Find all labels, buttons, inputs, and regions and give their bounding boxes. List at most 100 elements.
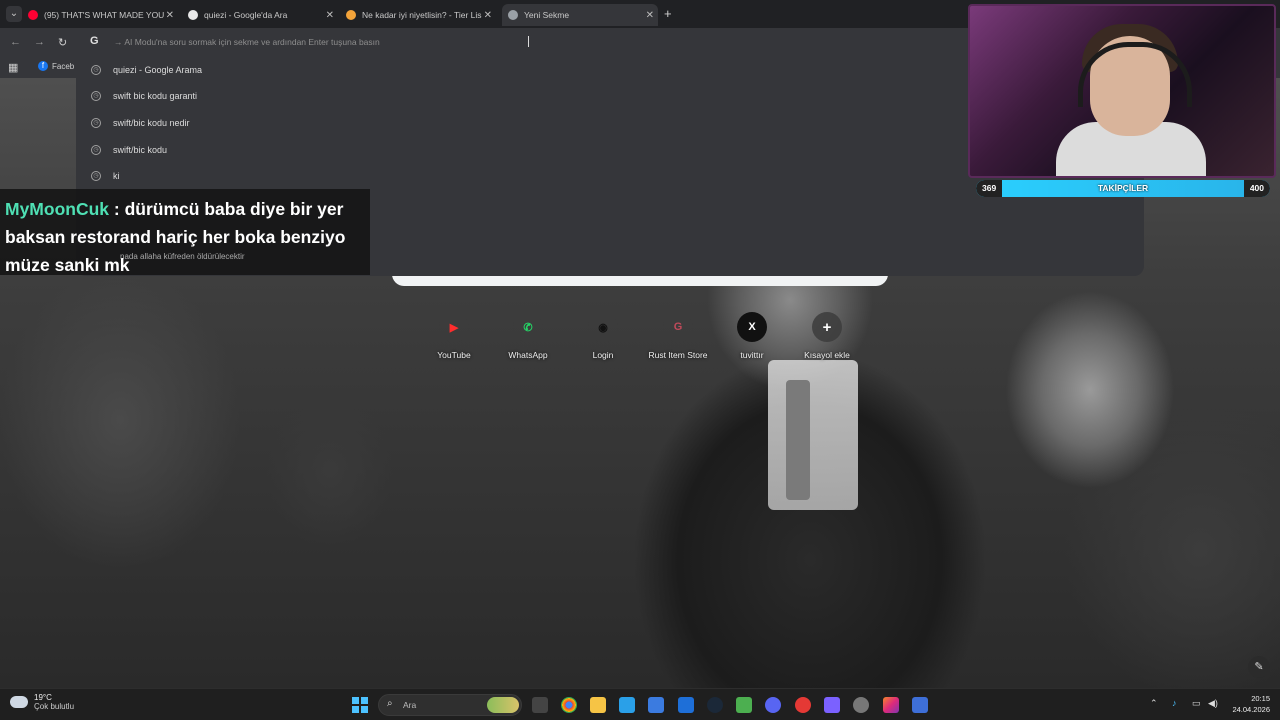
chrome-icon [508, 10, 518, 20]
follower-goal-label: TAKİPÇİLER [1097, 183, 1149, 193]
shortcut-twitter[interactable]: X tuvittır [712, 312, 792, 360]
cloudy-weather-icon [10, 696, 28, 708]
tab-new-tab[interactable]: Yeni Sekme ✕ [502, 4, 658, 26]
desktop-app-icon[interactable] [619, 697, 635, 713]
store-icon[interactable] [648, 697, 664, 713]
youtube-icon [28, 10, 38, 20]
shortcut-login[interactable]: ◉ Login [563, 312, 643, 360]
history-icon: ◷ [91, 145, 101, 155]
reload-icon[interactable]: ↻ [58, 36, 67, 49]
shortcut-label: YouTube [437, 350, 471, 360]
youtube-icon: ▶ [439, 312, 469, 342]
wallpaper-tie [786, 380, 810, 500]
volume-icon[interactable]: ◀) [1208, 698, 1218, 709]
system-clock[interactable]: 20:15 24.04.2026 [1226, 693, 1270, 715]
history-icon: ◷ [91, 65, 101, 75]
clock-time: 20:15 [1251, 694, 1270, 703]
chat-message: MyMoonCuk : dürümcü baba diye bir yer ba… [5, 195, 365, 279]
text-cursor [528, 36, 529, 47]
x-logo-icon: X [737, 312, 767, 342]
follower-goal: 400 [1243, 180, 1270, 197]
microphone-icon[interactable]: ♪ [1172, 698, 1177, 708]
follower-goal-bar: TAKİPÇİLER 369 400 [976, 180, 1270, 197]
mail-icon[interactable] [678, 697, 694, 713]
tab-title: Ne kadar iyi niyetlisin? - Tier Lis [362, 10, 482, 20]
tab-google-search[interactable]: quiezi - Google'da Ara ✕ [188, 4, 338, 26]
wallpaper-figure [768, 360, 858, 510]
shortcut-add[interactable]: + Kısayol ekle [787, 312, 867, 360]
google-icon [188, 10, 198, 20]
taskbar-search[interactable]: ⌕ Ara [378, 694, 522, 716]
stream-chat-overlay: MyMoonCuk : dürümcü baba diye bir yer ba… [0, 189, 370, 275]
shortcut-label: Rust Item Store [648, 350, 708, 360]
close-tab-icon[interactable]: ✕ [326, 10, 334, 21]
tab-title: Yeni Sekme [524, 10, 570, 20]
tab-youtube[interactable]: (95) THAT'S WHAT MADE YOU T ✕ [28, 4, 178, 26]
close-tab-icon[interactable]: ✕ [166, 10, 174, 21]
minecraft-icon[interactable] [736, 697, 752, 713]
temperature: 19°C [34, 693, 52, 702]
instagram-icon[interactable] [883, 697, 899, 713]
shortcut-label: Kısayol ekle [804, 350, 850, 360]
forward-icon[interactable]: → [34, 36, 45, 48]
plus-icon: + [812, 312, 842, 342]
follower-current: 369 [976, 180, 1003, 197]
suggestion-text: swift bic kodu garanti [113, 91, 198, 101]
search-icon: ⌕ [387, 698, 393, 709]
facebook-icon: f [38, 61, 48, 71]
tab-search-button[interactable]: ⌄ [6, 6, 22, 22]
weather-widget[interactable]: 19°C Çok bulutlu [10, 693, 74, 711]
login-icon: ◉ [588, 312, 618, 342]
back-icon[interactable]: ← [10, 36, 21, 48]
teams-icon[interactable] [824, 697, 840, 713]
shortcut-rust-item-store[interactable]: G Rust Item Store [638, 312, 718, 360]
discord-icon[interactable] [765, 697, 781, 713]
tab-title: quiezi - Google'da Ara [204, 10, 288, 20]
tray-overflow-icon[interactable]: ⌃ [1150, 698, 1158, 709]
task-view-icon[interactable] [532, 697, 548, 713]
webcam-overlay [968, 4, 1276, 178]
windows-start-icon[interactable] [352, 697, 368, 713]
whatsapp-icon: ✆ [513, 312, 543, 342]
apps-grid-icon[interactable]: ▦ [8, 61, 18, 74]
omnibox-placeholder: → AI Modu'na soru sormak için sekme ve a… [114, 37, 380, 47]
chrome-icon[interactable] [561, 697, 577, 713]
new-tab-button[interactable]: + [664, 6, 672, 21]
google-icon: G [90, 35, 99, 47]
shortcut-label: tuvittır [740, 350, 764, 360]
media-player-icon[interactable] [795, 697, 811, 713]
clock-date: 24.04.2026 [1232, 705, 1270, 714]
tierlist-icon [346, 10, 356, 20]
file-explorer-icon[interactable] [590, 697, 606, 713]
suggestion-text: swift/bic kodu nedir [113, 118, 190, 128]
customize-pencil-icon[interactable]: ✎ [1248, 656, 1270, 678]
obs-icon[interactable] [853, 697, 869, 713]
shortcut-label: WhatsApp [508, 350, 548, 360]
shortcut-whatsapp[interactable]: ✆ WhatsApp [488, 312, 568, 360]
shortcut-label: Login [592, 350, 614, 360]
bookmark-label: Faceb [52, 61, 75, 71]
history-icon: ◷ [91, 118, 101, 128]
chat-separator: : [113, 199, 120, 219]
weather-condition: Çok bulutlu [34, 702, 75, 711]
taskbar-search-placeholder: Ara [403, 700, 417, 710]
suggestion-text: swift/bic kodu [113, 145, 168, 155]
steam-icon[interactable] [707, 697, 723, 713]
history-icon: ◷ [91, 171, 101, 181]
suggestion-underlay-text: nada allaha küfreden öldürülecektir [120, 252, 245, 261]
history-icon: ◷ [91, 91, 101, 101]
close-tab-icon[interactable]: ✕ [646, 10, 654, 21]
rust-item-store-icon: G [663, 312, 693, 342]
monitor-icon[interactable]: ▭ [1192, 698, 1201, 709]
bookmark-facebook[interactable]: f Faceb [38, 61, 74, 71]
shortcut-youtube[interactable]: ▶ YouTube [414, 312, 494, 360]
chat-username: MyMoonCuk [5, 199, 110, 219]
windows-taskbar: 19°C Çok bulutlu ⌕ Ara ⌃ ♪ ▭ ◀) 20:15 24… [0, 688, 1280, 720]
tab-title: (95) THAT'S WHAT MADE YOU T [44, 10, 164, 20]
tab-tier-list[interactable]: Ne kadar iyi niyetlisin? - Tier Lis ✕ [346, 4, 496, 26]
search-highlight-icon [487, 697, 519, 713]
close-tab-icon[interactable]: ✕ [484, 10, 492, 21]
suggestion-text: quiezi - Google Arama [113, 65, 203, 75]
app-icon[interactable] [912, 697, 928, 713]
suggestion-text: ki [113, 171, 120, 181]
